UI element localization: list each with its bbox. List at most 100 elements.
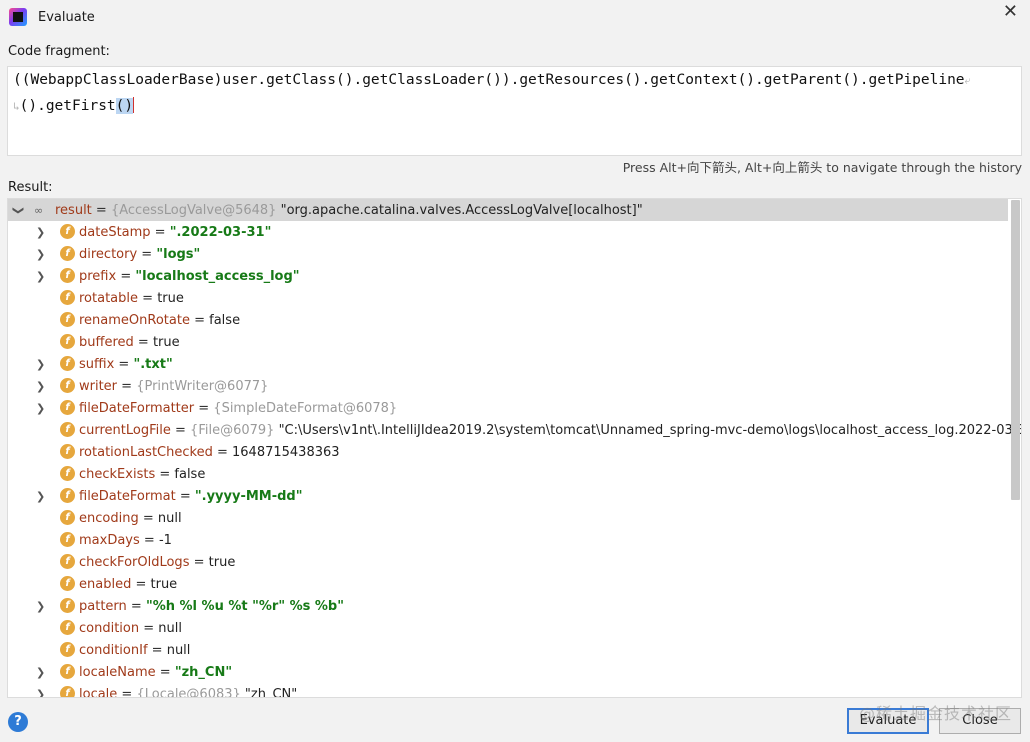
field-name: rotatable bbox=[79, 290, 139, 306]
field-value: "zh_CN" bbox=[244, 686, 298, 698]
expand-arrow-icon[interactable]: ❯ bbox=[36, 226, 45, 239]
watch-infinity-icon: ∞ bbox=[34, 203, 43, 217]
tree-row-root[interactable]: ❯ ∞ result = {AccessLogValve@5648} "org.… bbox=[8, 199, 1008, 221]
tree-row[interactable]: ❯ f prefix = "localhost_access_log" bbox=[8, 265, 1008, 287]
field-name: directory bbox=[79, 246, 138, 262]
field-name: encoding bbox=[79, 510, 139, 526]
tree-row-text: pattern = "%h %l %u %t "%r" %s %b" bbox=[79, 598, 345, 614]
field-icon: f bbox=[60, 576, 75, 591]
code-line-1: ((WebappClassLoaderBase)user.getClass().… bbox=[13, 72, 971, 88]
field-name: locale bbox=[79, 686, 118, 698]
field-name: condition bbox=[79, 620, 140, 636]
field-value: false bbox=[174, 466, 206, 482]
tree-row[interactable]: f currentLogFile = {File@6079} "C:\Users\… bbox=[8, 419, 1021, 441]
tree-row[interactable]: f condition = null bbox=[8, 617, 1008, 639]
expand-arrow-icon[interactable]: ❯ bbox=[36, 248, 45, 261]
tree-row[interactable]: ❯ f writer = {PrintWriter@6077} bbox=[8, 375, 1008, 397]
code-line-2: ↳().getFirst() bbox=[13, 97, 135, 114]
field-icon: f bbox=[60, 620, 75, 635]
tree-row-text: fileDateFormat = ".yyyy-MM-dd" bbox=[79, 488, 303, 504]
tree-row[interactable]: ❯ f locale = {Locale@6083} "zh_CN" bbox=[8, 683, 1008, 698]
tree-row[interactable]: f buffered = true bbox=[8, 331, 1008, 353]
expand-arrow-icon[interactable]: ❯ bbox=[36, 358, 45, 371]
field-value: true bbox=[157, 290, 184, 306]
tree-row[interactable]: ❯ f suffix = ".txt" bbox=[8, 353, 1008, 375]
tree-row[interactable]: f rotationLastChecked = 1648715438363 bbox=[8, 441, 1008, 463]
tree-row-text: directory = "logs" bbox=[79, 246, 201, 262]
tree-row[interactable]: ❯ f fileDateFormat = ".yyyy-MM-dd" bbox=[8, 485, 1008, 507]
field-value: "logs" bbox=[156, 246, 201, 262]
expand-arrow-icon[interactable]: ❯ bbox=[36, 600, 45, 613]
field-name: dateStamp bbox=[79, 224, 151, 240]
tree-row-text: rotationLastChecked = 1648715438363 bbox=[79, 444, 340, 460]
tree-row[interactable]: f checkExists = false bbox=[8, 463, 1008, 485]
help-button[interactable]: ? bbox=[8, 712, 28, 732]
field-icon: f bbox=[60, 444, 75, 459]
field-name: maxDays bbox=[79, 532, 140, 548]
history-hint: Press Alt+向下箭头, Alt+向上箭头 to navigate thr… bbox=[622, 160, 1022, 175]
field-icon: f bbox=[60, 488, 75, 503]
tree-row[interactable]: ❯ f pattern = "%h %l %u %t "%r" %s %b" bbox=[8, 595, 1008, 617]
field-icon: f bbox=[60, 554, 75, 569]
expand-arrow-icon[interactable]: ❯ bbox=[36, 666, 45, 679]
field-icon: f bbox=[60, 224, 75, 239]
tree-row[interactable]: ❯ f fileDateFormatter = {SimpleDateFormat@… bbox=[8, 397, 1008, 419]
result-tree[interactable]: ❯ ∞ result = {AccessLogValve@5648} "org.… bbox=[7, 198, 1022, 698]
scrollbar-thumb[interactable] bbox=[1011, 200, 1020, 500]
tree-row[interactable]: f encoding = null bbox=[8, 507, 1008, 529]
field-name: prefix bbox=[79, 268, 117, 284]
tree-row[interactable]: f renameOnRotate = false bbox=[8, 309, 1008, 331]
field-icon: f bbox=[60, 268, 75, 283]
soft-wrap-end-icon: ⤶ bbox=[964, 74, 971, 87]
field-name: renameOnRotate bbox=[79, 312, 190, 328]
field-value: false bbox=[209, 312, 241, 328]
field-icon: f bbox=[60, 356, 75, 371]
expand-arrow-icon[interactable]: ❯ bbox=[36, 380, 45, 393]
result-label: Result: bbox=[8, 180, 53, 195]
tree-row-text: checkForOldLogs = true bbox=[79, 554, 236, 570]
expand-arrow-icon[interactable]: ❯ bbox=[36, 402, 45, 415]
tree-row[interactable]: f checkForOldLogs = true bbox=[8, 551, 1008, 573]
tree-row-text: currentLogFile = {File@6079} "C:\Users\v… bbox=[79, 422, 1021, 438]
field-ref: {SimpleDateFormat@6078} bbox=[213, 400, 398, 416]
field-name: currentLogFile bbox=[79, 422, 171, 438]
collapse-arrow-icon[interactable]: ❯ bbox=[12, 205, 25, 214]
field-name: enabled bbox=[79, 576, 132, 592]
tree-row-text: suffix = ".txt" bbox=[79, 356, 173, 372]
code-fragment-editor[interactable]: ((WebappClassLoaderBase)user.getClass().… bbox=[7, 66, 1022, 156]
tree-row[interactable]: ❯ f dateStamp = ".2022-03-31" bbox=[8, 221, 1008, 243]
field-name: checkForOldLogs bbox=[79, 554, 190, 570]
field-icon: f bbox=[60, 466, 75, 481]
field-icon: f bbox=[60, 686, 75, 697]
field-name: suffix bbox=[79, 356, 115, 372]
expand-arrow-icon[interactable]: ❯ bbox=[36, 270, 45, 283]
field-name: buffered bbox=[79, 334, 134, 350]
vertical-scrollbar[interactable] bbox=[1009, 198, 1021, 698]
tree-row[interactable]: f rotatable = true bbox=[8, 287, 1008, 309]
field-ref: {File@6079} bbox=[190, 422, 279, 438]
tree-row[interactable]: ❯ f localeName = "zh_CN" bbox=[8, 661, 1008, 683]
tree-row[interactable]: ❯ f directory = "logs" bbox=[8, 243, 1008, 265]
field-icon: f bbox=[60, 510, 75, 525]
expand-arrow-icon[interactable]: ❯ bbox=[36, 490, 45, 503]
tree-row[interactable]: f maxDays = -1 bbox=[8, 529, 1008, 551]
tree-row-text: prefix = "localhost_access_log" bbox=[79, 268, 300, 284]
root-ref: {AccessLogValve@5648} bbox=[110, 202, 277, 218]
expand-arrow-icon[interactable]: ❯ bbox=[36, 688, 45, 698]
field-icon: f bbox=[60, 422, 75, 437]
field-icon: f bbox=[60, 642, 75, 657]
tree-row[interactable]: f conditionIf = null bbox=[8, 639, 1008, 661]
code-line-2-text: ().getFirst bbox=[19, 98, 116, 114]
field-ref: {Locale@6083} bbox=[136, 686, 245, 698]
close-icon[interactable]: ✕ bbox=[1003, 3, 1018, 21]
tree-row-text: fileDateFormatter = {SimpleDateFormat@60… bbox=[79, 400, 398, 416]
field-name: checkExists bbox=[79, 466, 156, 482]
field-name: writer bbox=[79, 378, 118, 394]
code-highlighted-parens: () bbox=[115, 98, 134, 114]
tree-row-text: encoding = null bbox=[79, 510, 182, 526]
soft-wrap-start-icon: ↳ bbox=[13, 100, 20, 113]
field-name: conditionIf bbox=[79, 642, 148, 658]
tree-row-text: localeName = "zh_CN" bbox=[79, 664, 233, 680]
field-value: null bbox=[166, 642, 191, 658]
tree-row[interactable]: f enabled = true bbox=[8, 573, 1008, 595]
